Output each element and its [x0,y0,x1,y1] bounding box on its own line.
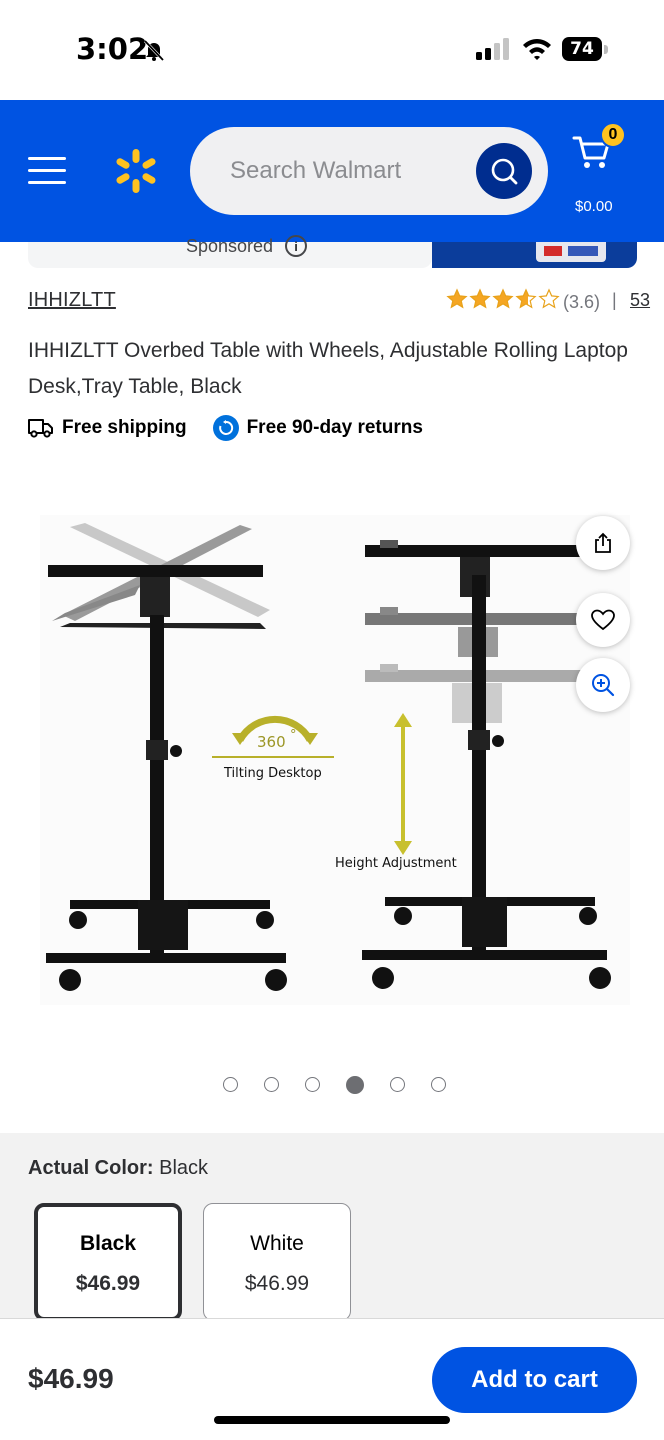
rating-separator: | [612,290,617,310]
search-icon [491,158,518,185]
variant-name: Black [79,1232,137,1255]
carousel-dot[interactable] [264,1077,279,1092]
rotation-unit: ° [290,728,297,743]
tilt-label: Tilting Desktop [223,766,322,781]
variant-price: $46.99 [244,1272,310,1295]
heart-icon [591,609,615,631]
carousel-dot[interactable] [223,1077,238,1092]
menu-icon[interactable] [28,157,66,185]
carousel-dot[interactable] [390,1077,405,1092]
return-icon [212,415,239,441]
search-button[interactable] [476,143,532,199]
wifi-icon [523,39,551,60]
variant-selected-value: Black [159,1157,209,1179]
star-icon [515,288,537,309]
fulfillment-badges: Free shipping Free 90-day returns [28,414,423,442]
star-icon [469,288,491,309]
favorite-button[interactable] [576,593,630,647]
variant-section: Actual Color: Black Black $46.99 White $… [0,1133,664,1321]
sponsored-image[interactable] [432,242,637,268]
bottom-price: $46.99 [28,1363,114,1394]
variant-name: White [250,1232,304,1255]
battery-indicator: 74 [562,37,602,61]
rating-stars[interactable] [446,288,560,310]
variant-option-white[interactable]: White $46.99 [203,1203,351,1321]
free-shipping-label: Free shipping [62,417,187,438]
cart-count-badge: 0 [600,122,626,148]
cart-button[interactable]: 0 $0.00 [570,122,630,215]
product-title: IHHIZLTT Overbed Table with Wheels, Adju… [28,339,628,398]
cart-total: $0.00 [575,198,613,215]
truck-icon [28,419,53,438]
search-input[interactable]: Search Walmart [190,127,548,215]
star-icon [492,288,514,309]
add-to-cart-button[interactable]: Add to cart [432,1347,637,1413]
star-icon [446,288,468,309]
height-label: Height Adjustment [335,856,457,871]
share-icon [595,532,611,553]
home-indicator[interactable] [214,1416,450,1424]
bell-off-icon [143,39,165,62]
zoom-button[interactable] [576,658,630,712]
carousel-dots[interactable] [223,1075,446,1094]
status-bar: 3:02 74 [0,0,664,100]
star-icon [538,288,560,309]
rating-value: (3.6) [563,292,601,312]
search-placeholder: Search Walmart [230,157,402,184]
seller-link[interactable]: IHHIZLTT [28,289,116,312]
product-image[interactable]: 360 ° Tilting Desktop Height Adjustment [40,515,630,1005]
carousel-dot[interactable] [431,1077,446,1092]
walmart-spark-logo[interactable] [112,147,160,195]
variant-option-black[interactable]: Black $46.99 [34,1203,182,1321]
review-count-link[interactable]: 53 [630,290,650,311]
battery-cap [604,45,608,54]
variant-price: $46.99 [75,1272,141,1295]
info-icon[interactable]: i [285,235,307,257]
sponsored-label: Sponsored [186,236,274,256]
status-time: 3:02 [76,32,149,66]
free-returns-label: Free 90-day returns [246,417,423,438]
variant-label-key: Actual Color: [28,1157,154,1179]
variant-label: Actual Color: Black [28,1157,208,1180]
rotation-annotation: 360 [257,733,286,751]
carousel-dot[interactable] [305,1077,320,1092]
zoom-in-icon [592,674,615,697]
share-button[interactable] [576,516,630,570]
cell-signal-icon [476,38,509,60]
carousel-dot[interactable] [346,1075,364,1094]
header: Search Walmart 0 $0.00 [0,100,664,242]
